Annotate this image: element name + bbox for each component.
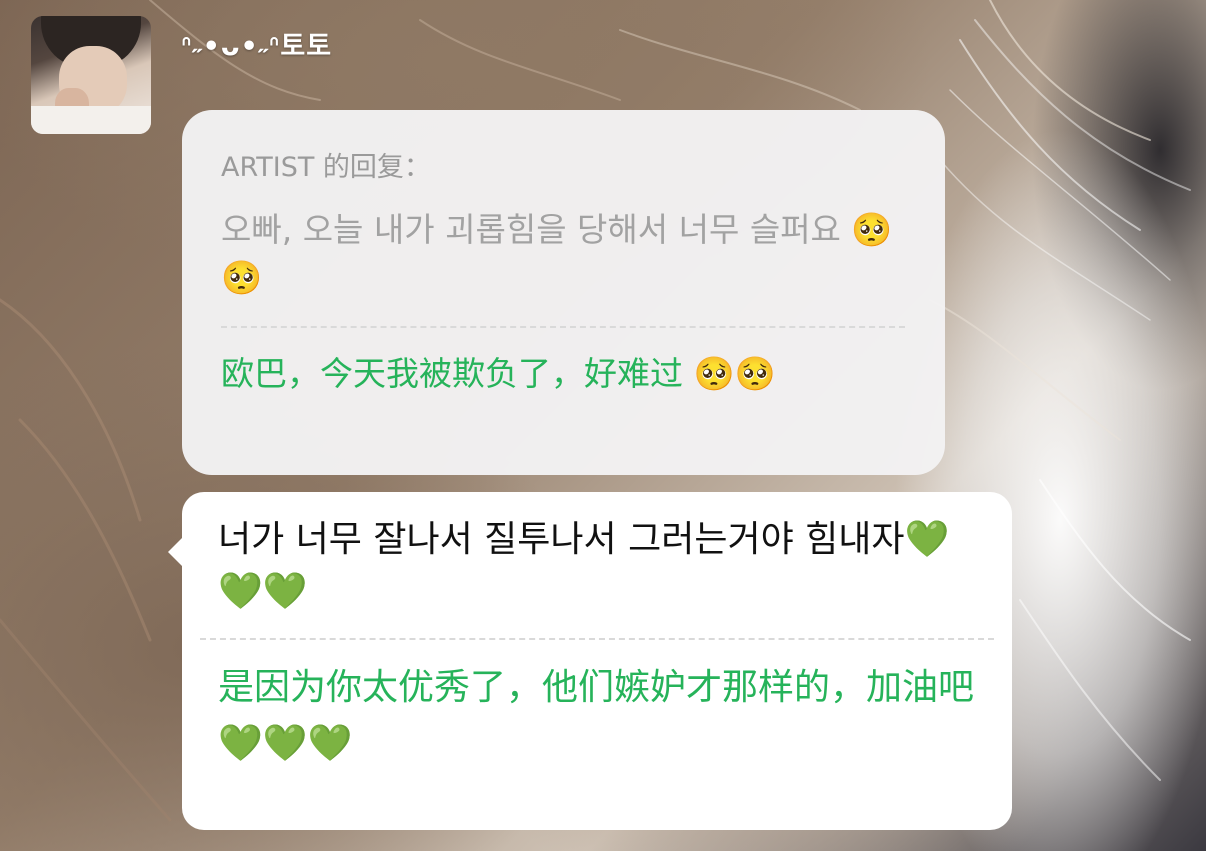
- quoted-message-translation: 欧巴，今天我被欺负了，好难过 🥺🥺: [221, 354, 776, 393]
- reply-message-translation: 是因为你太优秀了，他们嫉妒才那样的，加油吧💚💚💚: [218, 667, 975, 764]
- divider: [200, 638, 994, 640]
- reply-message-korean: 너가 너무 잘나서 질투나서 그러는거야 힘내자💚💚💚: [218, 519, 950, 612]
- bubble-tail: [168, 536, 184, 568]
- quoted-message-card: ARTIST 的回复： 오빠, 오늘 내가 괴롭힘을 당해서 너무 슬퍼요 🥺🥺…: [182, 110, 945, 475]
- avatar-shirt: [31, 106, 151, 134]
- avatar[interactable]: [31, 16, 151, 134]
- reply-message-bubble: 너가 너무 잘나서 질투나서 그러는거야 힘내자💚💚💚 是因为你太优秀了，他们嫉…: [168, 492, 1012, 830]
- quoted-message-korean: 오빠, 오늘 내가 괴롭힘을 당해서 너무 슬퍼요 🥺🥺: [221, 210, 893, 297]
- divider: [221, 326, 905, 328]
- username[interactable]: ᐢ˶•ᴗ•˶ᐢ토토: [181, 24, 332, 63]
- reply-header: ARTIST 的回复：: [221, 152, 431, 183]
